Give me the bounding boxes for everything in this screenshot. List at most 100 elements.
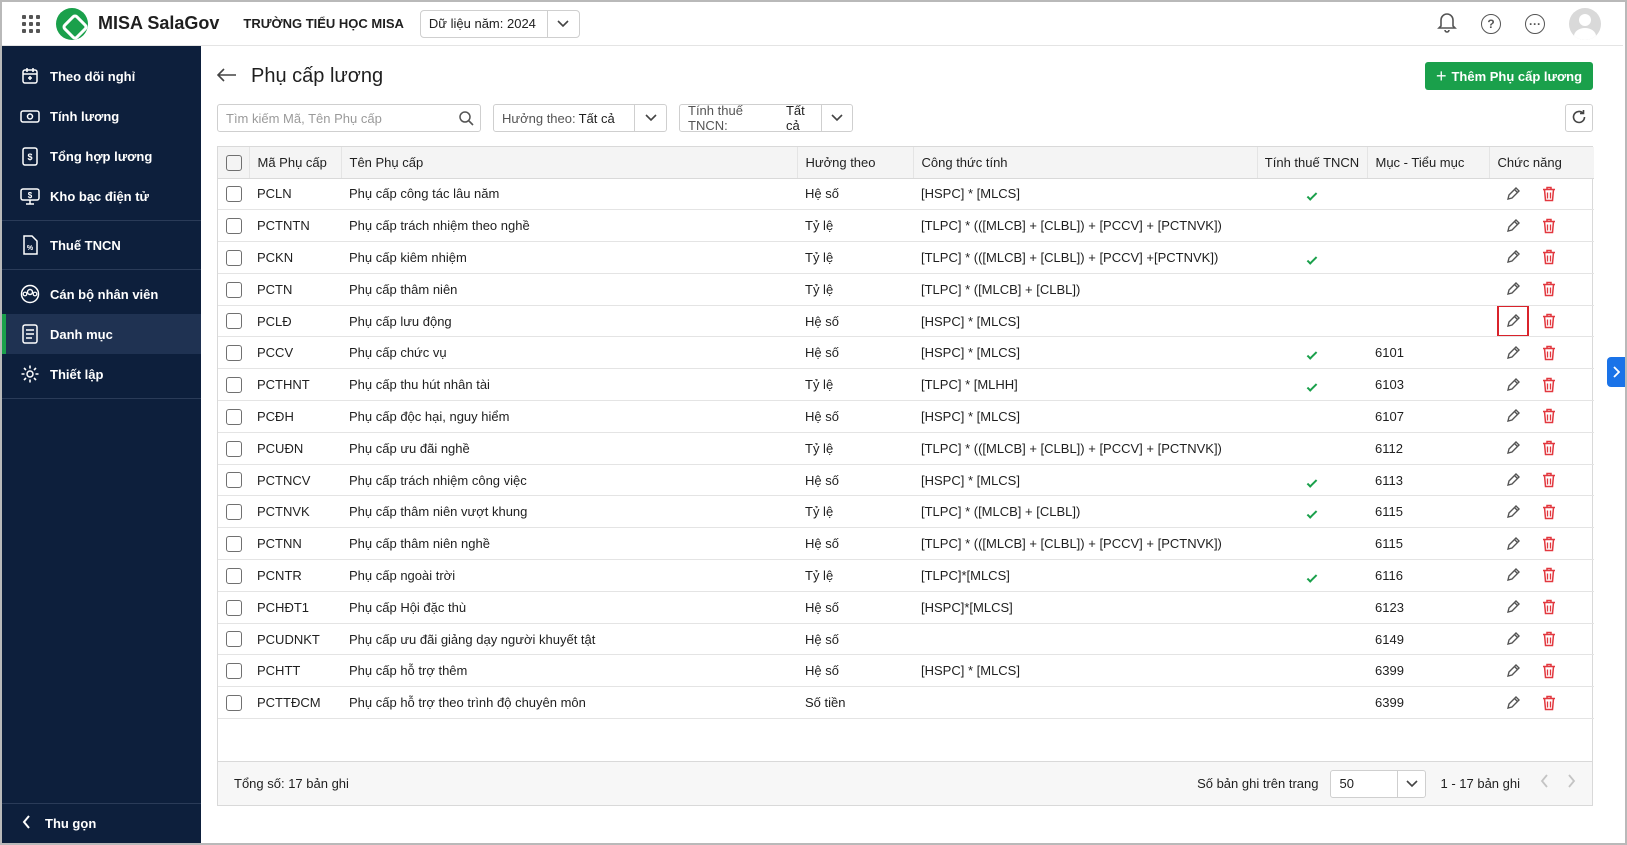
edit-icon[interactable] xyxy=(1501,595,1525,619)
row-checkbox[interactable] xyxy=(226,694,242,711)
row-checkbox[interactable] xyxy=(226,186,242,203)
delete-icon[interactable] xyxy=(1537,691,1561,715)
edit-icon[interactable] xyxy=(1501,532,1525,556)
sidebar-item-danh-muc[interactable]: Danh mục xyxy=(2,314,201,354)
edit-icon[interactable] xyxy=(1501,341,1525,365)
delete-icon[interactable] xyxy=(1537,659,1561,683)
select-all-checkbox[interactable] xyxy=(226,154,242,171)
refresh-button[interactable] xyxy=(1565,104,1593,132)
column-header[interactable]: Công thức tính xyxy=(913,147,1258,179)
table-row[interactable]: PCLĐ Phụ cấp lưu động Hệ số [HSPC] * [MLCS] xyxy=(218,305,1594,338)
expand-panel-button[interactable] xyxy=(1607,357,1625,387)
edit-icon[interactable] xyxy=(1501,277,1525,301)
sidebar-item-tong-hop-luong[interactable]: $ Tổng hợp lương xyxy=(2,136,201,176)
edit-icon[interactable] xyxy=(1501,182,1525,206)
delete-icon[interactable] xyxy=(1537,627,1561,651)
table-row[interactable]: PCTNVK Phụ cấp thâm niên vượt khung Tỷ lệ[… xyxy=(218,495,1594,529)
column-header[interactable]: Tính thuế TNCN xyxy=(1257,147,1368,179)
sidebar-item-can-bo[interactable]: Cán bộ nhân viên xyxy=(2,274,201,314)
apps-icon[interactable] xyxy=(20,13,42,35)
search-input[interactable] xyxy=(226,110,452,126)
table-row[interactable]: PCTNCV Phụ cấp trách nhiệm công việc Hệ số… xyxy=(218,464,1594,497)
edit-icon[interactable] xyxy=(1501,214,1525,238)
delete-icon[interactable] xyxy=(1537,373,1561,397)
edit-icon[interactable] xyxy=(1501,500,1525,524)
back-arrow-icon[interactable] xyxy=(216,65,237,88)
row-checkbox[interactable] xyxy=(226,631,242,648)
delete-icon[interactable] xyxy=(1537,563,1561,587)
row-checkbox[interactable] xyxy=(226,408,242,425)
delete-icon[interactable] xyxy=(1537,214,1561,238)
edit-icon[interactable] xyxy=(1501,373,1525,397)
row-checkbox[interactable] xyxy=(226,313,242,330)
table-row[interactable]: PCNTR Phụ cấp ngoài trời Tỷ lệ [TLPC]*[MLCS… xyxy=(218,559,1594,592)
delete-icon[interactable] xyxy=(1537,277,1561,301)
edit-icon[interactable] xyxy=(1501,436,1525,460)
edit-icon[interactable] xyxy=(1501,245,1525,269)
edit-icon[interactable] xyxy=(1501,468,1525,492)
row-checkbox[interactable] xyxy=(226,599,242,616)
avatar[interactable] xyxy=(1569,7,1601,40)
table-row[interactable]: PCTNTN Phụ cấp trách nhiệm theo nghề Tỷ lệ… xyxy=(218,209,1594,243)
add-allowance-button[interactable]: + Thêm Phụ cấp lương xyxy=(1425,62,1593,90)
column-header[interactable]: Mục - Tiểu mục xyxy=(1367,147,1490,179)
row-checkbox[interactable] xyxy=(226,217,242,234)
delete-icon[interactable] xyxy=(1537,245,1561,269)
table-row[interactable]: PCTTĐCM Phụ cấp hỗ trợ theo trình độ chuy… xyxy=(218,686,1594,720)
filter-tinh-thue[interactable]: Tính thuế TNCN: Tất cả xyxy=(679,103,853,133)
edit-icon[interactable] xyxy=(1501,691,1525,715)
table-row[interactable]: PCHTT Phụ cấp hỗ trợ thêm Hệ số [HSPC] * [M… xyxy=(218,654,1594,688)
table-row[interactable]: PCĐH Phụ cấp độc hại, nguy hiểm Hệ số [HSPC… xyxy=(218,400,1594,433)
sidebar-item-kho-bac[interactable]: $ Kho bạc điện tử xyxy=(2,176,201,216)
bell-icon[interactable] xyxy=(1437,11,1457,36)
delete-icon[interactable] xyxy=(1537,595,1561,619)
delete-icon[interactable] xyxy=(1537,436,1561,460)
delete-icon[interactable] xyxy=(1537,309,1561,333)
collapse-sidebar-button[interactable]: Thu gọn xyxy=(2,803,201,843)
delete-icon[interactable] xyxy=(1537,341,1561,365)
table-row[interactable]: PCKN Phụ cấp kiêm nhiệm Tỷ lệ [TLPC] * (([M… xyxy=(218,241,1594,274)
delete-icon[interactable] xyxy=(1537,468,1561,492)
delete-icon[interactable] xyxy=(1537,500,1561,524)
sidebar-item-theo-doi-nghi[interactable]: Theo dõi nghỉ xyxy=(2,56,201,96)
filter-huong-theo[interactable]: Hưởng theo: Tất cả xyxy=(493,104,667,132)
edit-icon[interactable] xyxy=(1497,305,1529,336)
table-row[interactable]: PCLN Phụ cấp công tác lâu năm Hệ số [HSPC] … xyxy=(218,178,1594,211)
delete-icon[interactable] xyxy=(1537,182,1561,206)
row-checkbox[interactable] xyxy=(226,567,242,584)
row-checkbox[interactable] xyxy=(226,249,242,266)
next-page-icon[interactable] xyxy=(1567,774,1576,793)
sidebar-item-tinh-luong[interactable]: Tính lương xyxy=(2,96,201,136)
page-size-select[interactable]: 50 xyxy=(1330,769,1427,798)
table-row[interactable]: PCHĐT1 Phụ cấp Hội đặc thù Hệ số [HSPC]*[ML… xyxy=(218,591,1594,624)
table-row[interactable]: PCTNN Phụ cấp thâm niên nghề Hệ số [TLPC] *… xyxy=(218,527,1594,561)
delete-icon[interactable] xyxy=(1537,532,1561,556)
table-row[interactable]: PCCV Phụ cấp chức vụ Hệ số [HSPC] * [MLCS] 6… xyxy=(218,336,1594,370)
table-row[interactable]: PCUĐN Phụ cấp ưu đãi nghề Tỷ lệ [TLPC] * ((… xyxy=(218,432,1594,465)
edit-icon[interactable] xyxy=(1501,659,1525,683)
more-icon[interactable]: ··· xyxy=(1525,13,1545,34)
column-header[interactable]: Mã Phụ cấp xyxy=(249,147,342,179)
table-row[interactable]: PCTN Phụ cấp thâm niên Tỷ lệ [TLPC] * ([MLC… xyxy=(218,273,1594,306)
help-icon[interactable]: ? xyxy=(1481,13,1501,34)
row-checkbox[interactable] xyxy=(226,504,242,521)
delete-icon[interactable] xyxy=(1537,404,1561,428)
edit-icon[interactable] xyxy=(1501,404,1525,428)
row-checkbox[interactable] xyxy=(226,472,242,489)
sidebar-item-thiet-lap[interactable]: Thiết lập xyxy=(2,354,201,394)
prev-page-icon[interactable] xyxy=(1540,774,1549,793)
row-checkbox[interactable] xyxy=(226,663,242,680)
table-row[interactable]: PCUDNKT Phụ cấp ưu đãi giảng dạy người kh… xyxy=(218,623,1594,656)
row-checkbox[interactable] xyxy=(226,376,242,393)
column-header[interactable]: Hưởng theo xyxy=(797,147,914,179)
row-checkbox[interactable] xyxy=(226,535,242,552)
sidebar-item-thue-tncn[interactable]: % Thuế TNCN xyxy=(2,225,201,265)
edit-icon[interactable] xyxy=(1501,627,1525,651)
column-header[interactable]: Tên Phụ cấp xyxy=(341,147,798,179)
row-checkbox[interactable] xyxy=(226,440,242,457)
row-checkbox[interactable] xyxy=(226,281,242,298)
row-checkbox[interactable] xyxy=(226,345,242,362)
year-select[interactable]: Dữ liệu năm: 2024 xyxy=(419,9,580,38)
edit-icon[interactable] xyxy=(1501,563,1525,587)
search-icon[interactable] xyxy=(452,110,480,126)
